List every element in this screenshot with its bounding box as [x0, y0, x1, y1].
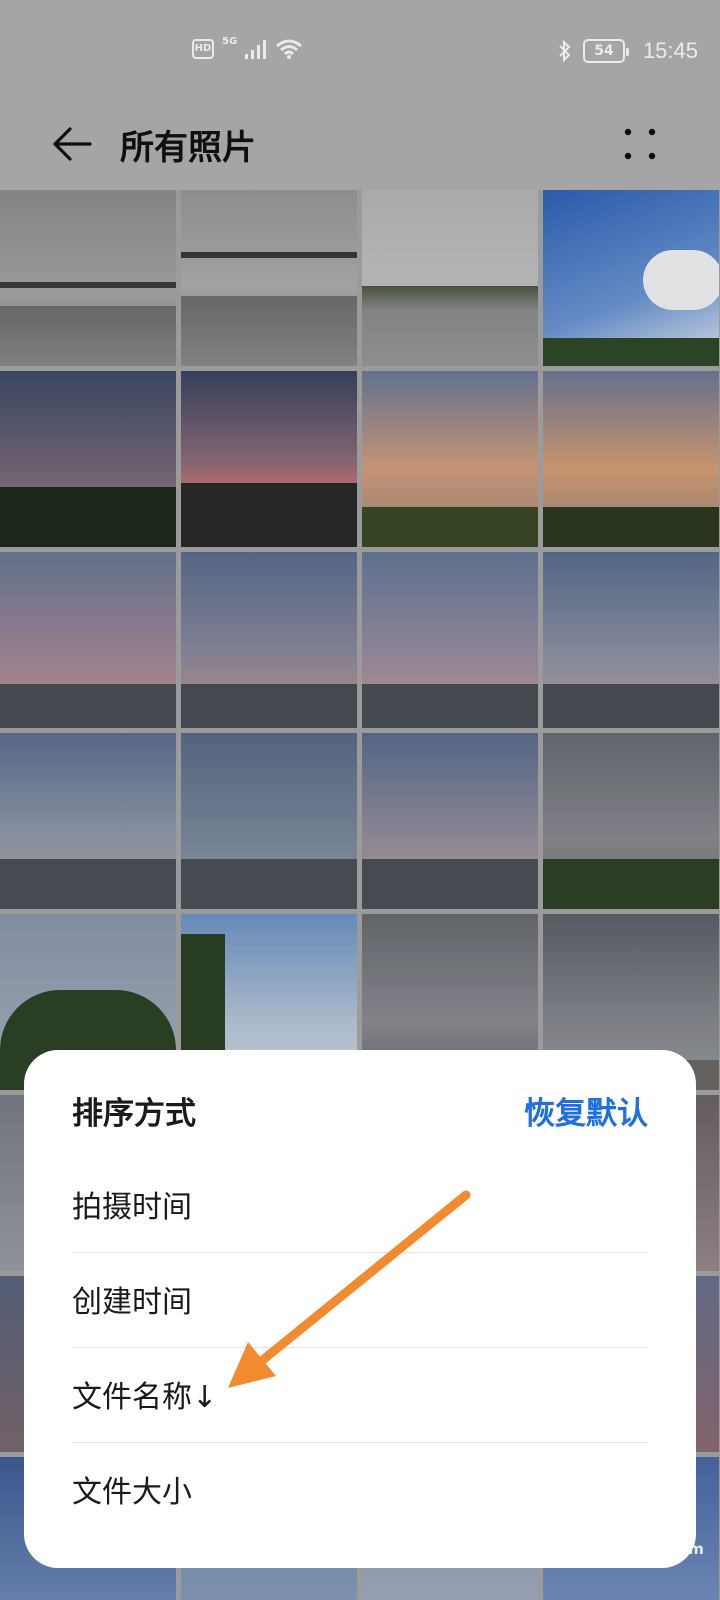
- page-title: 所有照片: [120, 128, 256, 168]
- photo-thumbnail[interactable]: [543, 190, 719, 366]
- sort-option-file-name[interactable]: 文件名称↓: [72, 1350, 648, 1446]
- status-indicators: HD 5G: [192, 35, 303, 60]
- more-dots-icon: [624, 128, 656, 160]
- app-bar: 所有照片: [0, 100, 720, 190]
- divider: [72, 1252, 648, 1253]
- status-bar: HD 5G 54 15:45: [0, 0, 720, 100]
- signal-icon: [245, 40, 267, 59]
- photo-thumbnail[interactable]: [181, 733, 357, 909]
- photo-thumbnail[interactable]: [0, 371, 176, 547]
- divider: [72, 1347, 648, 1348]
- back-button[interactable]: [44, 116, 100, 172]
- network-type: 5G: [222, 35, 238, 47]
- sheet-title: 排序方式: [72, 1096, 196, 1132]
- photo-thumbnail[interactable]: [181, 190, 357, 366]
- photo-thumbnail[interactable]: [0, 190, 176, 366]
- sort-bottom-sheet: 排序方式 恢复默认 拍摄时间 创建时间 文件名称↓ 文件大小: [24, 1050, 696, 1568]
- back-arrow-icon: [53, 127, 92, 161]
- photo-thumbnail[interactable]: [181, 371, 357, 547]
- divider: [72, 1442, 648, 1443]
- photo-thumbnail[interactable]: [362, 552, 538, 728]
- photo-thumbnail[interactable]: [543, 371, 719, 547]
- hd-badge: HD: [192, 39, 214, 59]
- photo-thumbnail[interactable]: [0, 552, 176, 728]
- photo-thumbnail[interactable]: [543, 733, 719, 909]
- wifi-icon: [276, 39, 303, 59]
- sort-option-file-size[interactable]: 文件大小: [72, 1445, 648, 1541]
- more-options-button[interactable]: [612, 116, 668, 172]
- photo-thumbnail[interactable]: [362, 190, 538, 366]
- sort-option-capture-time[interactable]: 拍摄时间: [72, 1160, 648, 1256]
- photo-thumbnail[interactable]: [0, 733, 176, 909]
- photo-thumbnail[interactable]: [362, 733, 538, 909]
- battery-icon: 54: [582, 39, 629, 63]
- photo-thumbnail[interactable]: [543, 552, 719, 728]
- reset-default-button[interactable]: 恢复默认: [524, 1088, 648, 1133]
- status-right: 54 15:45: [557, 38, 698, 64]
- watermark: jingyan.baidu.com: [548, 1540, 704, 1558]
- bluetooth-icon: [559, 39, 571, 63]
- photo-thumbnail[interactable]: [362, 371, 538, 547]
- clock: 15:45: [642, 38, 698, 63]
- photo-thumbnail[interactable]: [181, 552, 357, 728]
- sort-option-created-time[interactable]: 创建时间: [72, 1255, 648, 1351]
